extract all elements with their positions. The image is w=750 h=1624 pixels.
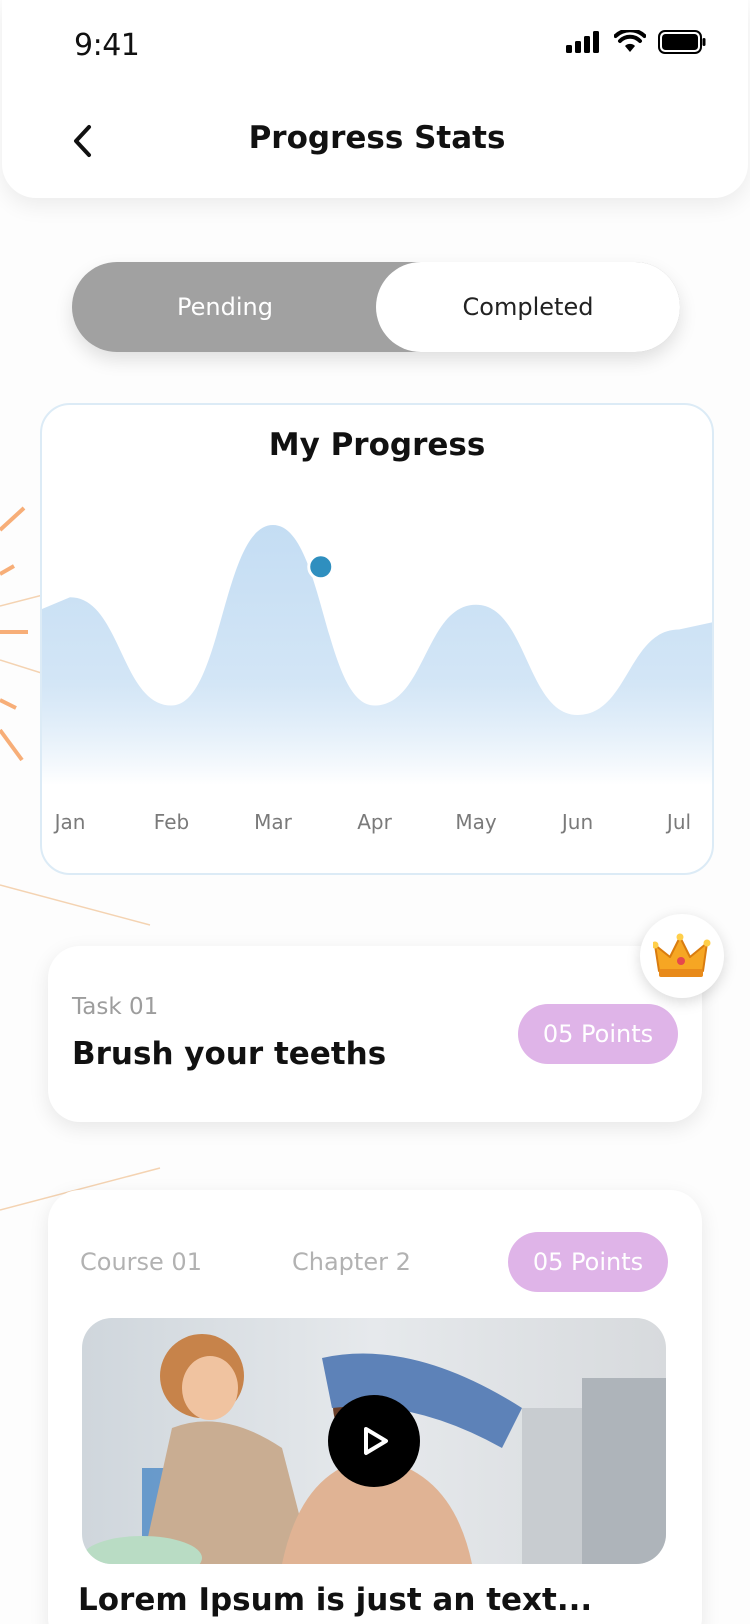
x-axis-label-jul: Jul	[665, 810, 691, 834]
wifi-icon	[614, 30, 646, 52]
chapter-label: Chapter 2	[292, 1248, 411, 1276]
tab-completed[interactable]: Completed	[376, 262, 680, 352]
x-axis-label-jan: Jan	[53, 810, 86, 834]
course-points-badge: 05 Points	[508, 1232, 668, 1292]
tab-pending[interactable]: Pending	[72, 262, 378, 352]
course-card[interactable]: Course 01 Chapter 2 05 Points Lorem Ipsu…	[48, 1190, 702, 1624]
top-bar: 9:41 Progress Stats	[2, 0, 748, 198]
x-axis-label-jun: Jun	[560, 810, 593, 834]
page-title: Progress Stats	[248, 120, 506, 156]
chart-title: My Progress	[268, 427, 486, 463]
status-time: 9:41	[74, 28, 140, 63]
task-card[interactable]: Task 01 Brush your teeths 05 Points	[48, 946, 702, 1122]
status-icons	[566, 30, 706, 54]
play-button[interactable]	[328, 1395, 420, 1487]
progress-area-chart: Jan Feb Mar Apr May Jun Jul	[42, 525, 712, 834]
x-axis-label-feb: Feb	[154, 810, 189, 834]
x-axis-label-may: May	[455, 810, 497, 834]
crown-badge	[640, 914, 724, 998]
play-icon	[364, 1427, 388, 1455]
x-axis-label-mar: Mar	[254, 810, 293, 834]
progress-chart-card: Jan Feb Mar Apr May Jun Jul My Progress	[40, 403, 714, 875]
task-points-badge: 05 Points	[518, 1004, 678, 1064]
task-title: Brush your teeths	[72, 1036, 387, 1072]
status-segmented-control: Pending Completed	[72, 262, 680, 352]
course-label: Course 01	[80, 1248, 202, 1276]
video-thumbnail[interactable]	[82, 1318, 666, 1564]
x-axis-label-apr: Apr	[357, 810, 392, 834]
task-label: Task 01	[72, 994, 159, 1020]
chart-area-series	[42, 525, 712, 785]
chart-highlight-point[interactable]	[307, 553, 335, 581]
course-title: Lorem Ipsum is just an text...	[78, 1582, 593, 1618]
crown-icon	[653, 933, 711, 977]
signal-icon	[566, 31, 599, 53]
battery-icon	[658, 30, 706, 54]
